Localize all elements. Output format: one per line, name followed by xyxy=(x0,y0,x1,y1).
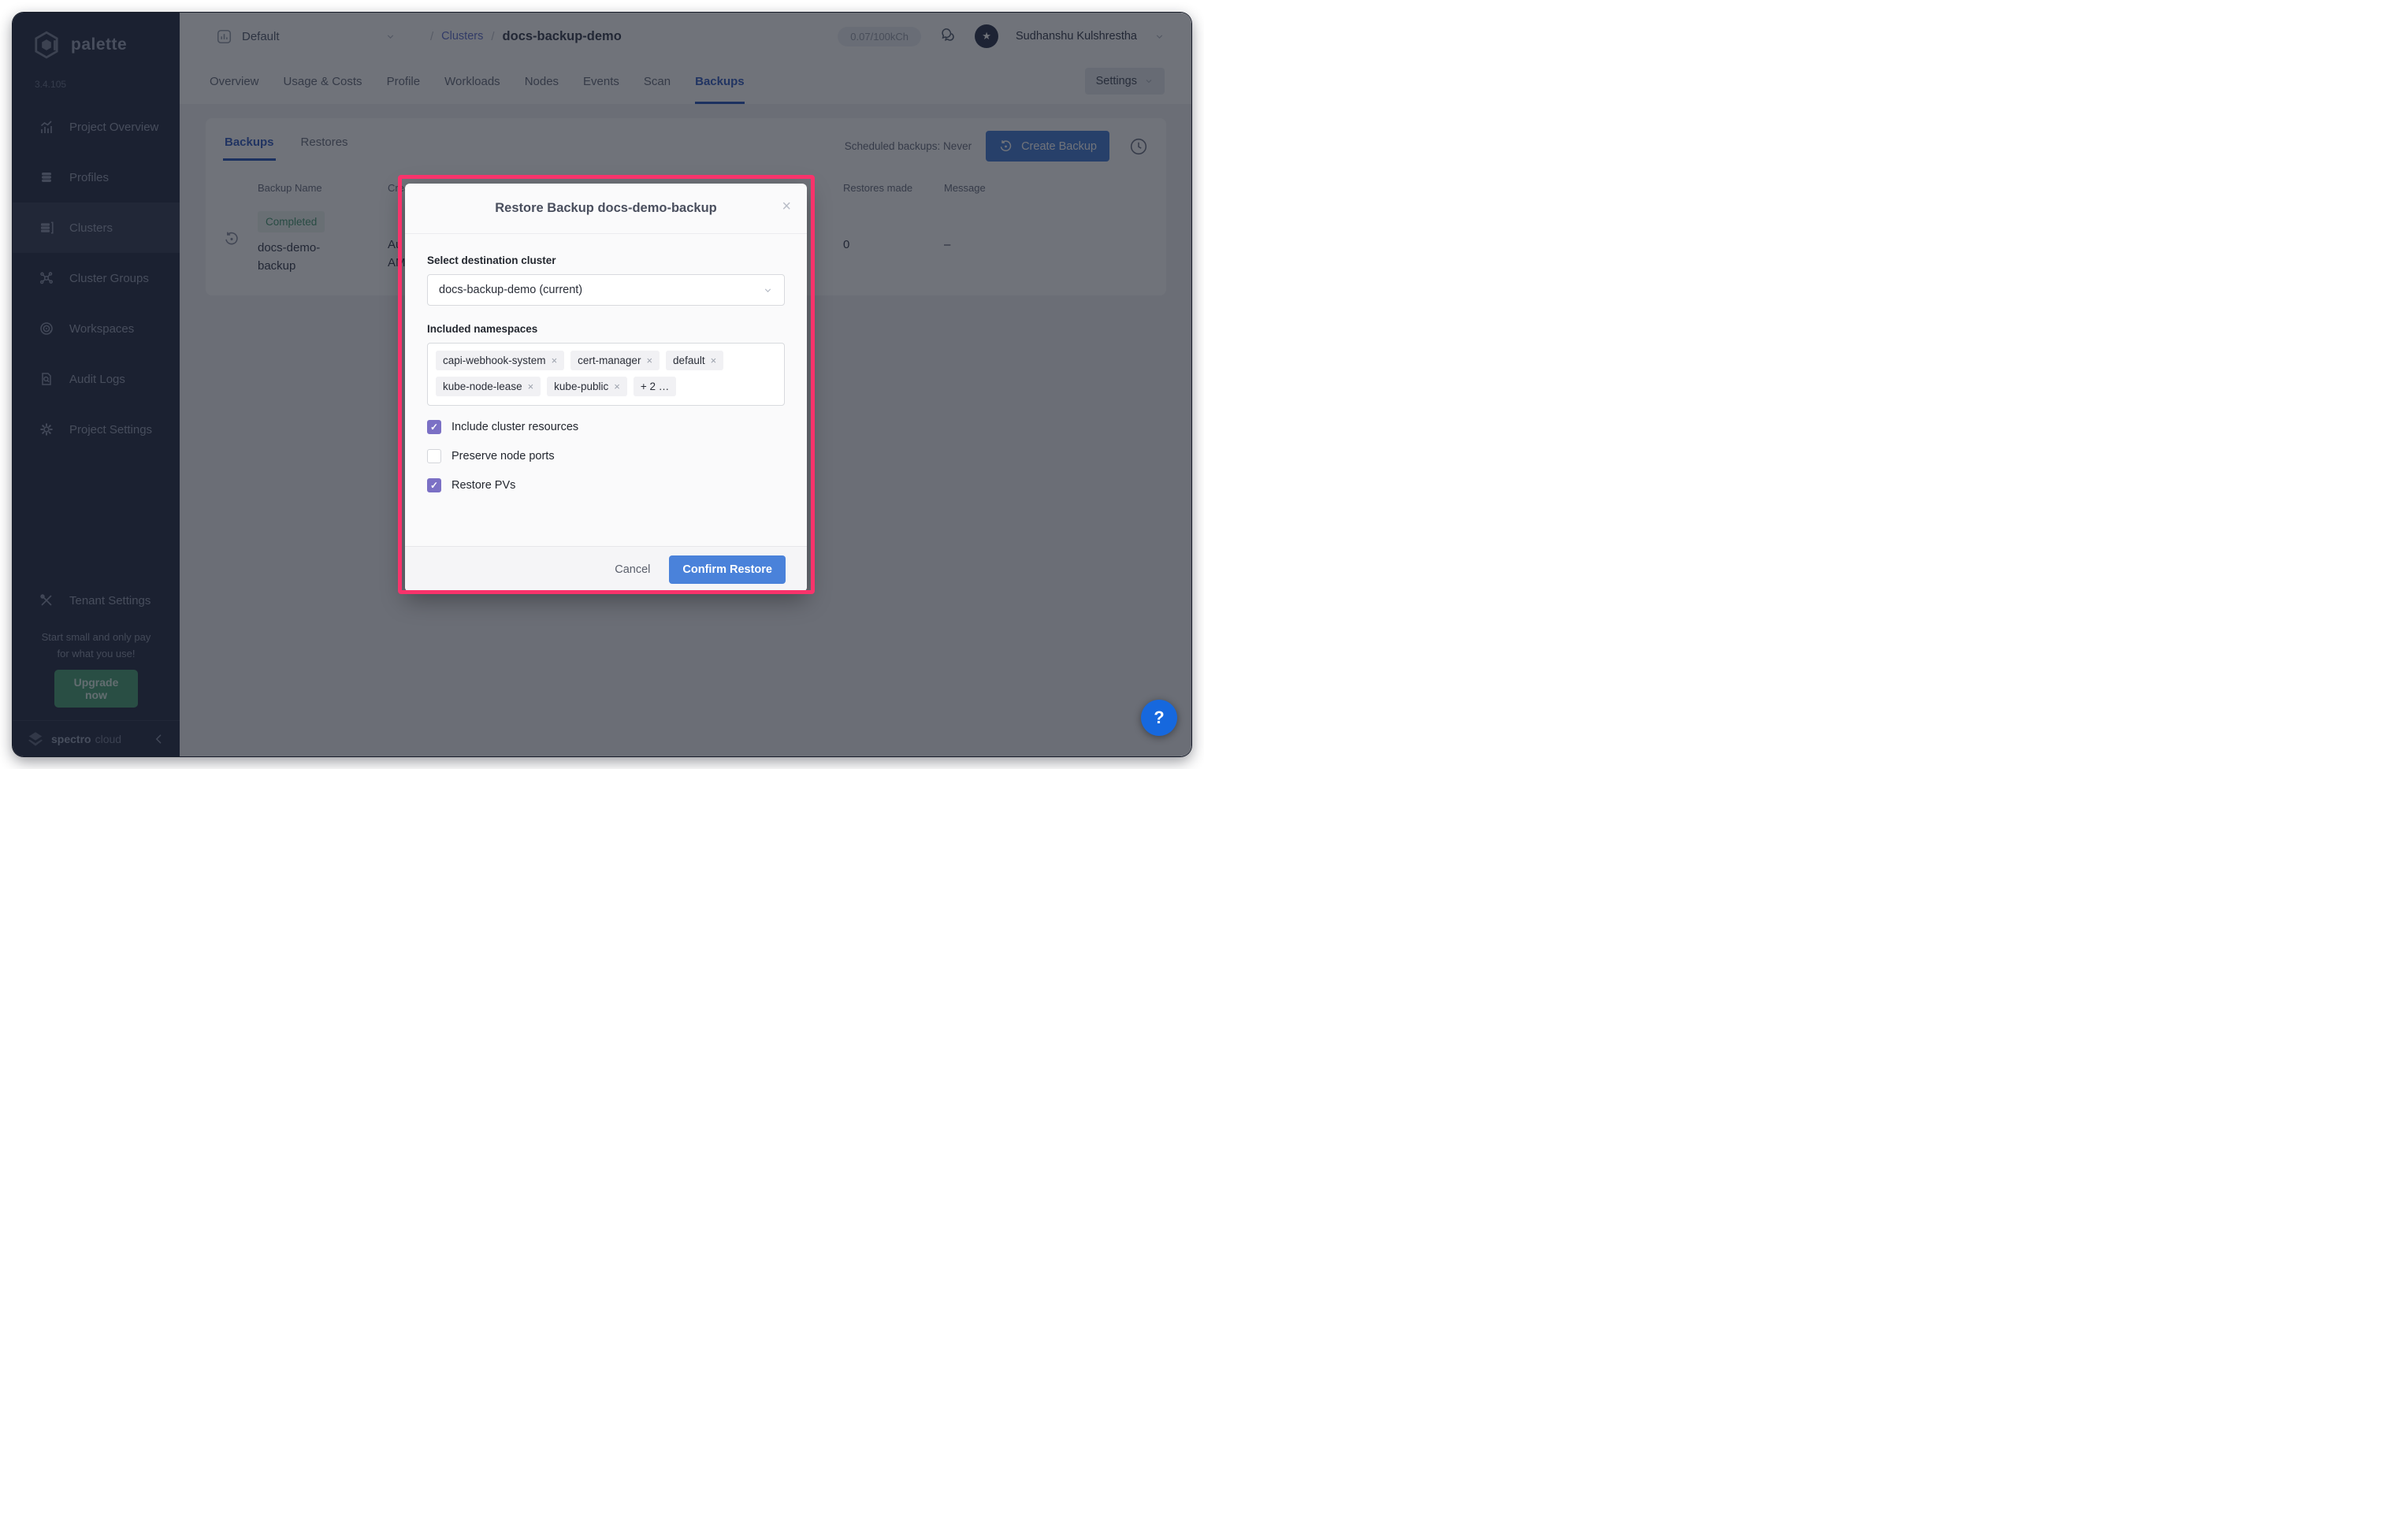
close-icon[interactable]: × xyxy=(782,198,791,216)
screenshot-page: palette 3.4.105 Project Overview xyxy=(0,0,1204,769)
namespace-tag: kube-node-lease × xyxy=(436,377,541,396)
namespace-tag: kube-public × xyxy=(547,377,627,396)
namespace-tag: capi-webhook-system × xyxy=(436,351,564,370)
preserve-node-ports-checkbox[interactable] xyxy=(427,449,441,463)
modal-header: Restore Backup docs-demo-backup × xyxy=(405,184,807,234)
confirm-restore-button[interactable]: Confirm Restore xyxy=(669,555,786,584)
destination-cluster-select[interactable]: docs-backup-demo (current) xyxy=(427,274,785,306)
checkbox-row-restore-pvs: ✓ Restore PVs xyxy=(427,478,785,492)
remove-tag-icon[interactable]: × xyxy=(646,355,652,366)
namespace-tag: cert-manager × xyxy=(570,351,660,370)
destination-cluster-label: Select destination cluster xyxy=(427,254,785,266)
included-namespaces-label: Included namespaces xyxy=(427,323,785,335)
checkbox-row-include-cluster-resources: ✓ Include cluster resources xyxy=(427,420,785,434)
remove-tag-icon[interactable]: × xyxy=(614,381,620,392)
remove-tag-icon[interactable]: × xyxy=(528,381,534,392)
modal-footer: Cancel Confirm Restore xyxy=(405,546,807,592)
include-cluster-resources-checkbox[interactable]: ✓ xyxy=(427,420,441,434)
checkbox-label: Include cluster resources xyxy=(452,421,578,433)
checkbox-row-preserve-node-ports: Preserve node ports xyxy=(427,449,785,463)
help-button[interactable]: ? xyxy=(1141,700,1177,736)
modal-body: Select destination cluster docs-backup-d… xyxy=(405,234,807,492)
modal-title: Restore Backup docs-demo-backup xyxy=(495,201,716,216)
chevron-down-icon xyxy=(763,285,773,295)
namespace-more-tag[interactable]: + 2 … xyxy=(634,377,676,396)
restore-pvs-checkbox[interactable]: ✓ xyxy=(427,478,441,492)
remove-tag-icon[interactable]: × xyxy=(552,355,558,366)
checkbox-label: Preserve node ports xyxy=(452,450,555,463)
cancel-button[interactable]: Cancel xyxy=(615,563,650,576)
checkbox-label: Restore PVs xyxy=(452,479,515,492)
namespace-tag: default × xyxy=(666,351,723,370)
namespaces-multiselect[interactable]: capi-webhook-system × cert-manager × def… xyxy=(427,343,785,406)
restore-backup-modal: Restore Backup docs-demo-backup × Select… xyxy=(405,184,807,592)
remove-tag-icon[interactable]: × xyxy=(711,355,717,366)
destination-cluster-value: docs-backup-demo (current) xyxy=(439,284,763,296)
